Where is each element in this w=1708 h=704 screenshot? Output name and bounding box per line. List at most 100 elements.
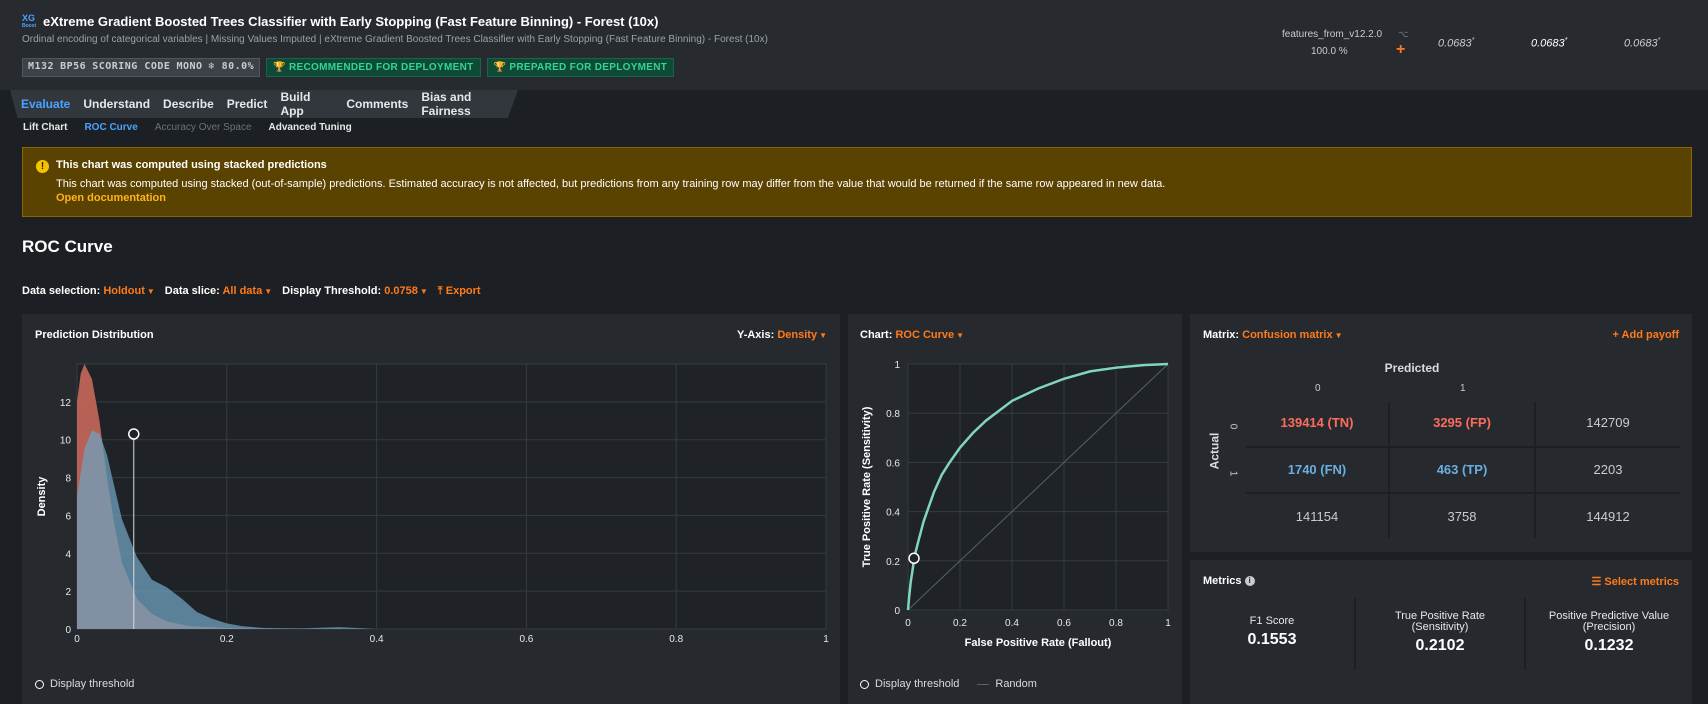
warning-icon: ! [36, 160, 49, 173]
actual-class-0: 0 [1227, 423, 1239, 430]
model-subtitle: Ordinal encoding of categorical variable… [22, 34, 768, 45]
y-tick-label: 1 [894, 360, 900, 371]
tab-understand[interactable]: Understand [83, 97, 150, 111]
predicted-axis-label: Predicted [1384, 361, 1440, 375]
model-title: eXtreme Gradient Boosted Trees Classifie… [43, 14, 659, 29]
tab-comments[interactable]: Comments [346, 97, 408, 111]
feature-list-icon: ⌥ [1398, 29, 1409, 39]
chevron-down-icon: ▼ [819, 331, 827, 340]
model-header: XG Boost eXtreme Gradient Boosted Trees C… [0, 0, 1708, 90]
badge-row: M132 BP56 SCORING CODE MONO ❄ 80.0% 🏆 RECOMM… [22, 58, 675, 77]
predicted-class-0: 0 [1315, 383, 1321, 394]
true-positive-cell: 463 (TP) [1436, 462, 1488, 477]
sub-tabs: Lift Chart ROC Curve Accuracy Over Space… [23, 122, 352, 133]
metric-true-positive-rate: True Positive Rate (Sensitivity) 0.2102 [1394, 610, 1486, 655]
score-holdout: 0.0683* [1624, 37, 1661, 50]
tab-bias-fairness[interactable]: Bias and Fairness [421, 90, 518, 118]
export-button[interactable]: ⤒ Export [438, 285, 481, 298]
main-tabs: Evaluate Understand Describe Predict Bui… [10, 90, 518, 118]
metric-positive-predictive-value: Positive Predictive Value (Precision) 0.… [1548, 610, 1670, 655]
random-line-icon [977, 683, 990, 685]
y-axis-dropdown[interactable]: Y-Axis: Density ▼ [737, 329, 827, 341]
model-info-badge: M132 BP56 SCORING CODE MONO ❄ 80.0% [22, 58, 261, 77]
chevron-down-icon: ▼ [419, 287, 428, 296]
score-validation: 0.0683* [1438, 37, 1475, 50]
data-slice-dropdown[interactable]: Data slice: All data ▼ [165, 285, 272, 298]
xgboost-logo: XG Boost [22, 13, 37, 30]
y-tick-label: 10 [60, 436, 72, 447]
prediction-distribution-chart: 00.20.40.60.81024681012Probability of Ev… [36, 363, 829, 645]
prediction-distribution-title: Prediction Distribution [35, 329, 154, 341]
true-negative-cell: 139414 (TN) [1280, 415, 1354, 430]
open-documentation-link[interactable]: Open documentation [56, 192, 166, 204]
sliders-icon: ☰ [1591, 576, 1602, 588]
chart-type-dropdown[interactable]: Chart: ROC Curve ▼ [860, 329, 964, 341]
col0-total-cell: 141154 [1295, 509, 1339, 524]
prepared-badge: 🏆 PREPARED FOR DEPLOYMENT [486, 58, 675, 77]
chart-controls: Data selection: Holdout ▼ Data slice: All… [22, 285, 481, 298]
matrix-type-dropdown[interactable]: Matrix: Confusion matrix ▼ [1203, 329, 1343, 341]
roc-curve-chart: 0 0.2 0.4 0.6 0.8 1 0 0.2 0.4 0.6 0.8 1 False Positi… [861, 360, 1171, 649]
alert-title: This chart was computed using stacked pr… [56, 159, 327, 171]
tab-build-app[interactable]: Build App [280, 90, 333, 118]
subtab-lift-chart[interactable]: Lift Chart [23, 122, 67, 133]
tab-evaluate[interactable]: Evaluate [21, 97, 70, 111]
y-tick-label: 0.8 [886, 409, 900, 420]
alert-text: This chart was computed using stacked (o… [56, 178, 1166, 190]
x-tick-label: 1 [1165, 618, 1171, 629]
false-positive-cell: 3295 (FP) [1433, 415, 1491, 430]
row1-total-cell: 2203 [1593, 462, 1623, 477]
display-threshold-dropdown[interactable]: Display Threshold: 0.0758 ▼ [282, 285, 428, 298]
data-selection-dropdown[interactable]: Data selection: Holdout ▼ [22, 285, 155, 298]
chevron-down-icon: ▼ [146, 287, 155, 296]
chevron-down-icon: ▼ [264, 287, 273, 296]
matrix-divider [1246, 492, 1680, 494]
select-metrics-button[interactable]: ☰ Select metrics [1591, 575, 1679, 588]
threshold-circle-icon [35, 679, 44, 689]
x-axis-label: False Positive Rate (Fallout) [965, 637, 1112, 649]
col1-total-cell: 3758 [1447, 509, 1477, 524]
x-tick-label: 0.8 [669, 634, 683, 645]
x-tick-label: 0.8 [1109, 618, 1123, 629]
y-axis-label: Density [36, 476, 48, 517]
export-icon: ⤒ [437, 285, 443, 297]
y-tick-label: 12 [60, 398, 72, 409]
grand-total-cell: 144912 [1586, 509, 1630, 524]
x-tick-label: 0.2 [953, 618, 967, 629]
predicted-class-1: 1 [1460, 383, 1466, 394]
y-axis-label: True Positive Rate (Sensitivity) [861, 406, 873, 567]
y-tick-label: 8 [65, 474, 71, 485]
actual-class-1: 1 [1227, 470, 1239, 477]
subtab-roc-curve[interactable]: ROC Curve [84, 122, 137, 133]
roc-legend: Display threshold Random [860, 678, 1037, 690]
x-tick-label: 0.4 [1005, 618, 1019, 629]
x-tick-label: 0.6 [519, 634, 533, 645]
x-tick-label: 0.6 [1057, 618, 1071, 629]
confusion-matrix-panel: Matrix: Confusion matrix ▼ + Add payoff P… [1190, 314, 1692, 552]
y-tick-label: 0.6 [886, 458, 900, 469]
feature-list-name[interactable]: features_from_v12.2.0 [1282, 29, 1382, 40]
threshold-handle [128, 428, 140, 440]
metrics-title: Metrics i [1203, 575, 1255, 587]
metric-f1-score: F1 Score 0.1553 [1247, 615, 1297, 649]
x-tick-label: 1 [823, 634, 829, 645]
x-tick-label: 0.4 [370, 634, 384, 645]
tab-predict[interactable]: Predict [227, 97, 268, 111]
stacked-predictions-alert: ! This chart was computed using stacked … [22, 147, 1692, 217]
x-tick-label: 0.2 [220, 634, 234, 645]
add-icon[interactable]: + [1396, 41, 1405, 59]
metrics-panel: Metrics i ☰ Select metrics F1 Score 0.15… [1190, 560, 1692, 704]
recommended-badge: 🏆 RECOMMENDED FOR DEPLOYMENT [266, 58, 481, 77]
sample-percent: 100.0 % [1311, 46, 1348, 57]
false-negative-cell: 1740 (FN) [1287, 462, 1347, 477]
row0-total-cell: 142709 [1586, 415, 1630, 430]
tab-describe[interactable]: Describe [163, 97, 214, 111]
info-icon[interactable]: i [1244, 576, 1255, 587]
y-tick-label: 0.4 [886, 508, 900, 519]
add-payoff-button[interactable]: + Add payoff [1612, 329, 1679, 341]
subtab-advanced-tuning[interactable]: Advanced Tuning [269, 122, 352, 133]
y-tick-label: 6 [65, 511, 71, 522]
x-tick-label: 0 [74, 634, 80, 645]
subtab-accuracy-over-space: Accuracy Over Space [154, 122, 252, 133]
plot-area [76, 363, 827, 630]
